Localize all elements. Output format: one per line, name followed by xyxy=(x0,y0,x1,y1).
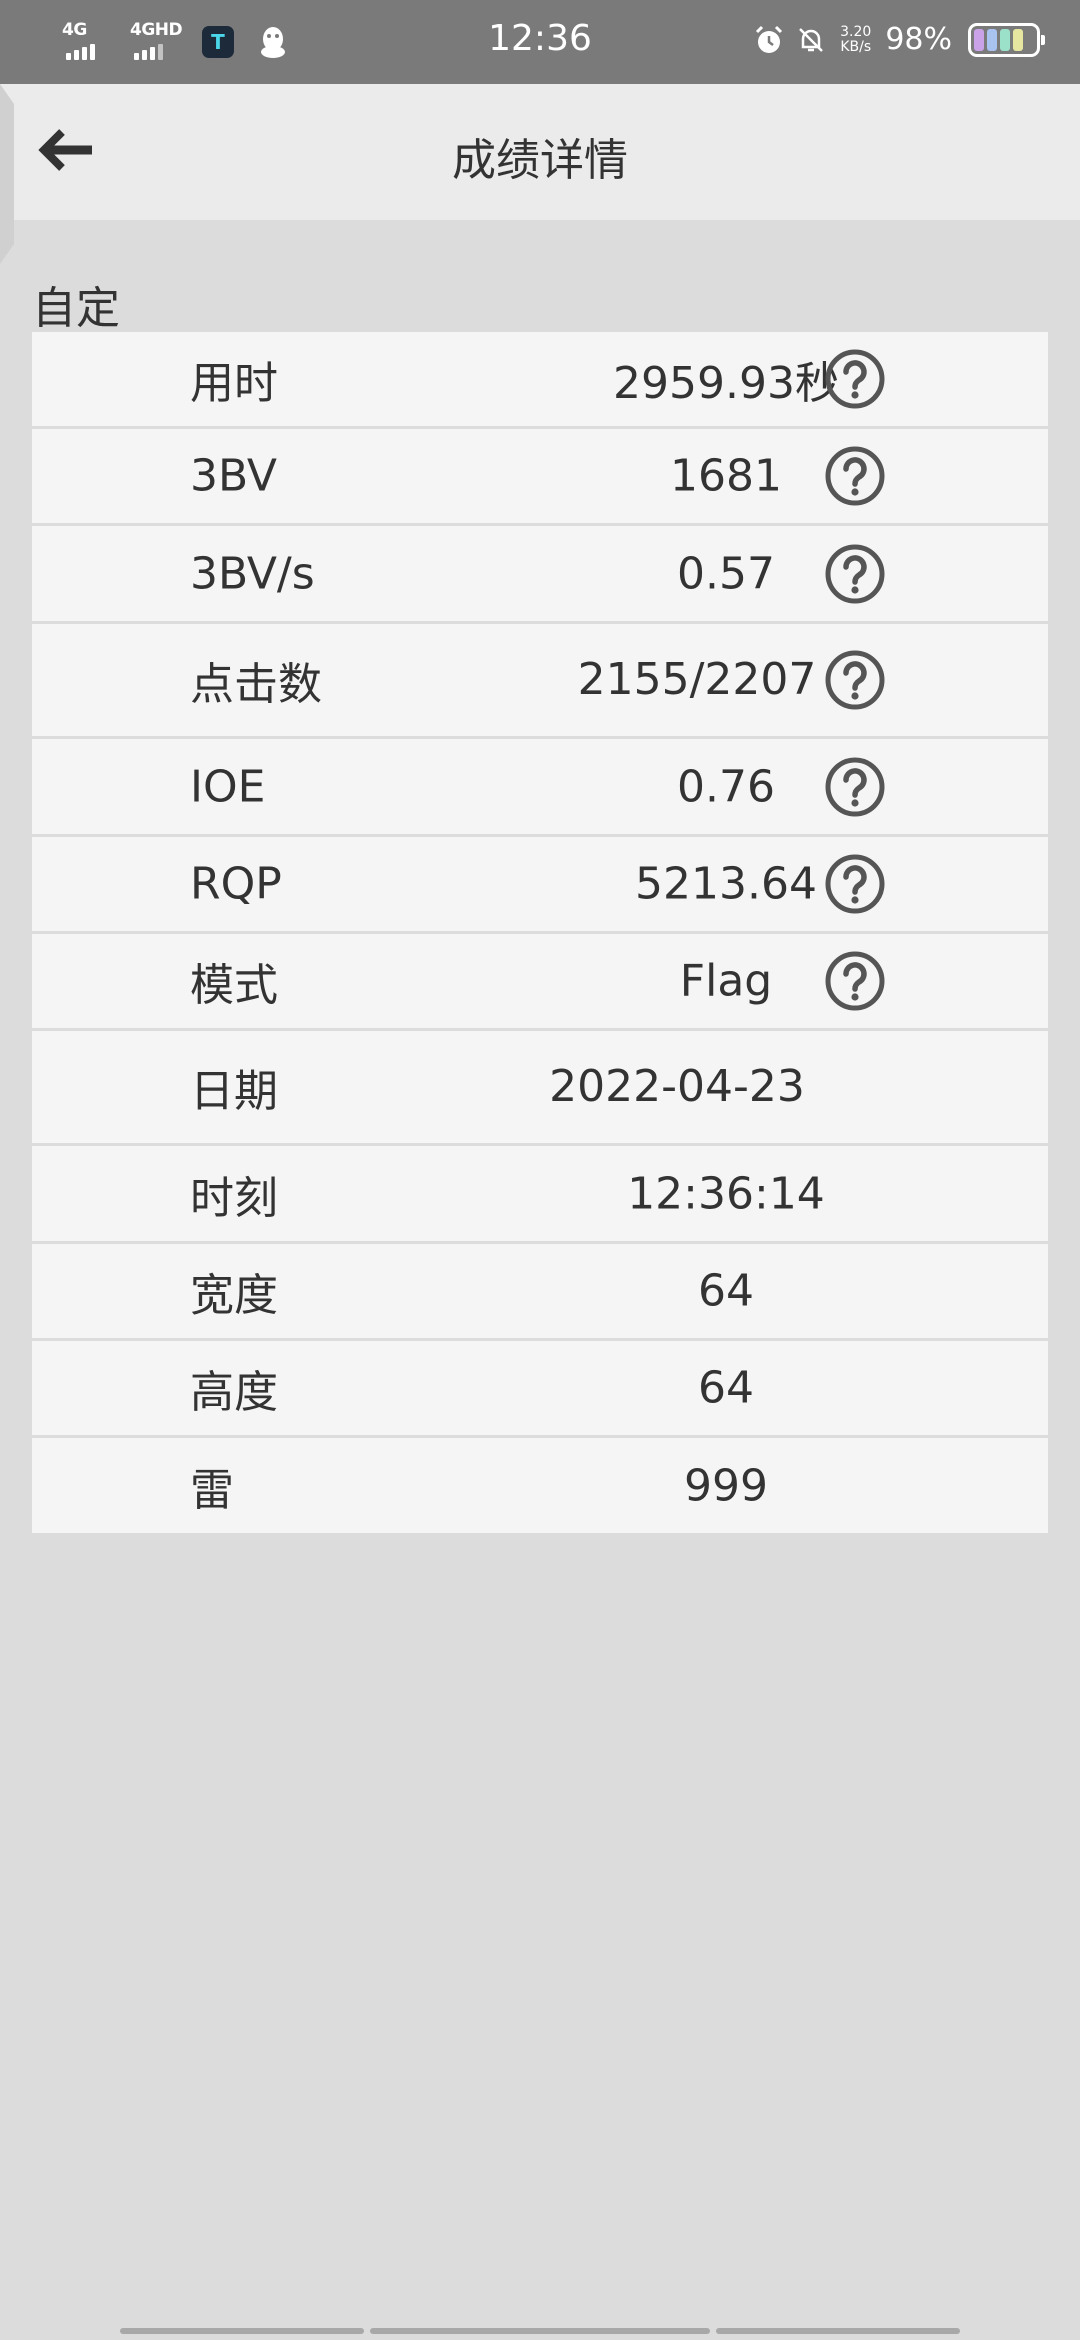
help-icon[interactable] xyxy=(824,649,886,711)
row-label: 点击数 xyxy=(190,659,322,710)
page-title: 成绩详情 xyxy=(452,135,628,186)
row-value: 999 xyxy=(684,1460,768,1511)
app-bar: 成绩详情 xyxy=(0,84,1080,220)
help-icon[interactable] xyxy=(824,543,886,605)
row-value: 64 xyxy=(698,1362,754,1414)
table-row: 高度 64 xyxy=(32,1341,1048,1438)
table-row: 点击数 2155/2207 xyxy=(32,624,1048,739)
row-label: 时刻 xyxy=(190,1172,278,1224)
table-row: 用时 2959.93秒 xyxy=(32,332,1048,429)
section-label: 自定 xyxy=(32,283,120,334)
row-label: RQP xyxy=(190,858,282,910)
edge-decoration xyxy=(0,84,14,264)
table-row: 雷 999 xyxy=(32,1438,1048,1533)
row-value: 64 xyxy=(698,1265,754,1317)
help-icon[interactable] xyxy=(824,445,886,507)
row-label: 3BV xyxy=(190,450,277,502)
network-speed: 3.20 KB/s xyxy=(840,23,872,55)
row-label: IOE xyxy=(190,761,266,812)
alarm-clock-icon xyxy=(756,25,783,53)
status-bar: 4G 4GHD T 12:36 3.20 KB/s 98% xyxy=(0,0,1080,84)
table-row: 模式 Flag xyxy=(32,934,1048,1031)
help-icon[interactable] xyxy=(824,950,886,1012)
row-label: 高度 xyxy=(190,1367,278,1418)
table-row: 日期 2022-04-23 xyxy=(32,1031,1048,1146)
mute-notifications-icon xyxy=(799,27,824,52)
row-label: 日期 xyxy=(190,1066,278,1117)
help-icon[interactable] xyxy=(824,348,886,410)
row-value: 2155/2207 xyxy=(577,654,817,705)
stats-table: 用时 2959.93秒 3BV 1681 3BV/s 0.57 点击数 2155/2207 IO… xyxy=(32,332,1048,1533)
table-row: 时刻 12:36:14 xyxy=(32,1146,1048,1244)
row-label: 模式 xyxy=(190,960,278,1011)
table-row: 宽度 64 xyxy=(32,1244,1048,1341)
battery-percent: 98% xyxy=(885,22,952,57)
help-icon[interactable] xyxy=(824,853,886,915)
row-label: 用时 xyxy=(190,358,278,409)
table-row: 3BV 1681 xyxy=(32,429,1048,526)
row-value: 12:36:14 xyxy=(627,1168,825,1219)
table-row: 3BV/s 0.57 xyxy=(32,526,1048,624)
gesture-nav-bar[interactable] xyxy=(120,2328,960,2334)
row-label: 雷 xyxy=(190,1464,234,1516)
row-label: 3BV/s xyxy=(190,548,315,599)
help-icon[interactable] xyxy=(824,756,886,818)
table-row: RQP 5213.64 xyxy=(32,837,1048,934)
table-row: IOE 0.76 xyxy=(32,739,1048,837)
row-value: 2022-04-23 xyxy=(549,1061,805,1112)
row-label: 宽度 xyxy=(190,1270,278,1321)
battery-icon xyxy=(968,22,1045,57)
